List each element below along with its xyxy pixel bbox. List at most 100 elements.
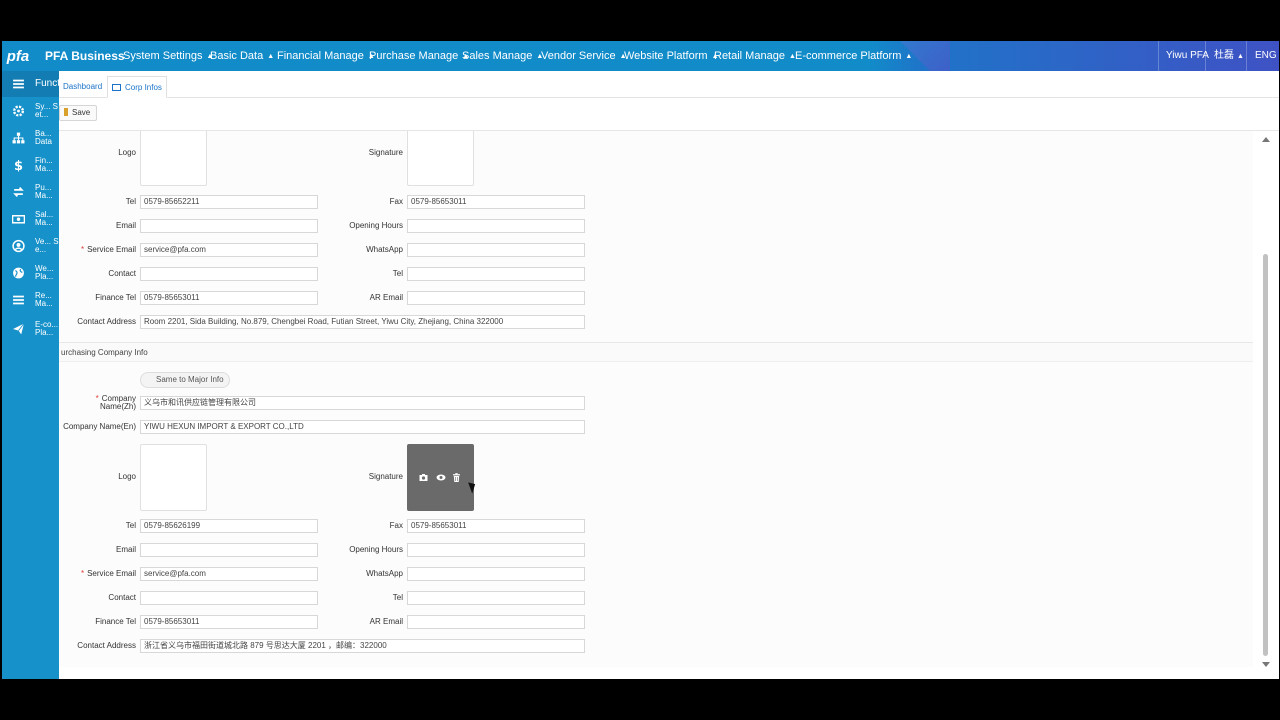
exchange-icon xyxy=(13,187,24,197)
company-name-zh-field[interactable]: 义乌市和讯供应链管理有限公司 xyxy=(140,396,585,410)
scrollbar-thumb[interactable] xyxy=(1263,254,1268,656)
sidebar: Functi Sy... Set... Ba... Data $ Fin... … xyxy=(2,71,59,679)
nav-label: Retail Manage xyxy=(714,50,785,62)
language-cn-label: 杜磊 xyxy=(1214,50,1234,61)
sidebar-item-label: E-co... Pla... xyxy=(35,321,59,337)
language-switch[interactable]: ENG xyxy=(1255,41,1277,71)
caret-up-icon: ▲ xyxy=(267,53,275,60)
nav-label: Sales Manage xyxy=(462,50,533,62)
purchasing-finance-tel-field[interactable]: 0579-85653011 xyxy=(140,615,318,629)
tel-label: Tel xyxy=(125,197,136,206)
required-marker: * xyxy=(95,394,99,403)
sidebar-item-label: Fin... Ma... xyxy=(35,157,53,173)
sidebar-function-toggle[interactable]: Functi xyxy=(2,71,59,97)
same-to-major-info-button[interactable]: Same to Major Info xyxy=(140,372,230,388)
camera-icon[interactable] xyxy=(419,473,428,482)
purchasing-signature-label: Signature xyxy=(368,472,403,481)
sidebar-item-retail-manage[interactable]: Re... Ma... xyxy=(2,287,59,313)
service-email-field[interactable]: service@pfa.com xyxy=(140,243,318,257)
whatsapp-field[interactable] xyxy=(407,243,585,257)
top-navbar: pfa PFA Business System Settings ▲ Basic … xyxy=(2,41,1279,71)
user-menu[interactable]: Yiwu PFA xyxy=(1166,41,1209,71)
pfa-logo[interactable]: pfa xyxy=(2,41,34,71)
nav-retail-manage[interactable]: Retail Manage ▲ xyxy=(714,41,796,71)
language-cn-menu[interactable]: 杜磊 ▲ xyxy=(1214,41,1244,71)
purchasing-signature-upload[interactable] xyxy=(407,444,474,511)
email-field[interactable] xyxy=(140,219,318,233)
purchasing-service-email-label-text: Service Email xyxy=(87,569,136,578)
finance-tel-field[interactable]: 0579-85653011 xyxy=(140,291,318,305)
purchasing-whatsapp-field[interactable] xyxy=(407,567,585,581)
logo-upload[interactable] xyxy=(140,131,207,186)
purchasing-fax-field[interactable]: 0579-85653011 xyxy=(407,519,585,533)
divider xyxy=(1158,41,1159,71)
signature-upload[interactable] xyxy=(407,131,474,186)
eye-icon[interactable] xyxy=(436,473,446,482)
tab-dashboard[interactable]: Dashboard xyxy=(59,76,106,98)
sidebar-item-label: Ve... Se... xyxy=(35,238,59,254)
purchasing-tel-field[interactable]: 0579-85626199 xyxy=(140,519,318,533)
nav-label: Purchase Manage xyxy=(369,50,459,62)
contact-address-label: Contact Address xyxy=(77,317,136,326)
sidebar-item-financial-manage[interactable]: $ Fin... Ma... xyxy=(2,152,59,178)
purchasing-email-field[interactable] xyxy=(140,543,318,557)
company-name-zh-label-text: Company Name(Zh) xyxy=(99,394,136,411)
tel2-label: Tel xyxy=(392,269,403,278)
nav-website-platform[interactable]: Website Platform ▲ xyxy=(624,41,719,71)
toolbar: Save xyxy=(59,98,1279,131)
ar-email-field[interactable] xyxy=(407,291,585,305)
tel2-field[interactable] xyxy=(407,267,585,281)
contact-field[interactable] xyxy=(140,267,318,281)
purchasing-contact-address-field[interactable]: 浙江省义乌市福田街道城北路 879 号思达大厦 2201 ，邮编：322000 xyxy=(140,639,585,653)
save-button[interactable]: Save xyxy=(59,105,98,121)
globe-icon xyxy=(13,267,24,279)
sidebar-item-website-platform[interactable]: We... Pla... xyxy=(2,260,59,286)
scroll-down-arrow-icon[interactable] xyxy=(1262,662,1270,667)
nav-basic-data[interactable]: Basic Data ▲ xyxy=(210,41,274,71)
sidebar-item-ecommerce-platform[interactable]: E-co... Pla... xyxy=(2,314,59,344)
purchasing-fax-label: Fax xyxy=(389,521,403,530)
purchasing-service-email-field[interactable]: service@pfa.com xyxy=(140,567,318,581)
nav-financial-manage[interactable]: Financial Manage ▲ xyxy=(277,41,375,71)
purchasing-tel2-field[interactable] xyxy=(407,591,585,605)
sidebar-item-purchase-manage[interactable]: Pu... Ma... xyxy=(2,179,59,205)
company-name-en-field[interactable]: YIWU HEXUN IMPORT & EXPORT CO.,LTD xyxy=(140,420,585,434)
signature-label: Signature xyxy=(368,148,403,157)
nav-label: System Settings xyxy=(123,50,203,62)
contact-label: Contact xyxy=(108,269,136,278)
sidebar-header-label: Functi xyxy=(35,79,59,89)
tel-field[interactable]: 0579-85652211 xyxy=(140,195,318,209)
purchasing-logo-upload[interactable] xyxy=(140,444,207,511)
sidebar-item-basic-data[interactable]: Ba... Data xyxy=(2,125,59,151)
purchasing-opening-hours-field[interactable] xyxy=(407,543,585,557)
scroll-up-arrow-icon[interactable] xyxy=(1262,137,1270,142)
sidebar-item-vendor-service[interactable]: Ve... Se... xyxy=(2,233,59,259)
gear-icon xyxy=(12,105,25,117)
menu-icon xyxy=(13,79,24,89)
nav-purchase-manage[interactable]: Purchase Manage ▲ xyxy=(369,41,469,71)
nav-ecommerce-platform[interactable]: E-commerce Platform ▲ xyxy=(795,41,912,71)
purchasing-ar-email-field[interactable] xyxy=(407,615,585,629)
trash-icon[interactable] xyxy=(452,473,461,482)
service-email-label-text: Service Email xyxy=(87,245,136,254)
brand-title[interactable]: PFA Business xyxy=(45,41,125,71)
sidebar-item-sales-manage[interactable]: Sal... Ma... xyxy=(2,206,59,232)
contact-address-field[interactable]: Room 2201, Sida Building, No.879, Chengb… xyxy=(140,315,585,329)
purchasing-contact-field[interactable] xyxy=(140,591,318,605)
company-name-en-label: Company Name(En) xyxy=(63,422,136,431)
vertical-scrollbar[interactable] xyxy=(1259,131,1273,667)
list-icon xyxy=(13,295,24,305)
caret-up-icon: ▲ xyxy=(1237,53,1244,60)
fax-field[interactable]: 0579-85653011 xyxy=(407,195,585,209)
opening-hours-field[interactable] xyxy=(407,219,585,233)
finance-tel-label: Finance Tel xyxy=(95,293,136,302)
sidebar-item-label: Pu... Ma... xyxy=(35,184,53,200)
tab-bar: Dashboard Corp Infos xyxy=(59,71,1279,98)
required-marker: * xyxy=(80,245,85,254)
tab-corp-infos[interactable]: Corp Infos xyxy=(107,76,167,98)
nav-sales-manage[interactable]: Sales Manage ▲ xyxy=(462,41,543,71)
sidebar-item-system-settings[interactable]: Sy... Set... xyxy=(2,98,59,124)
user-circle-icon xyxy=(12,239,25,253)
nav-system-settings[interactable]: System Settings ▲ xyxy=(123,41,213,71)
nav-vendor-service[interactable]: Vendor Service ▲ xyxy=(541,41,627,71)
